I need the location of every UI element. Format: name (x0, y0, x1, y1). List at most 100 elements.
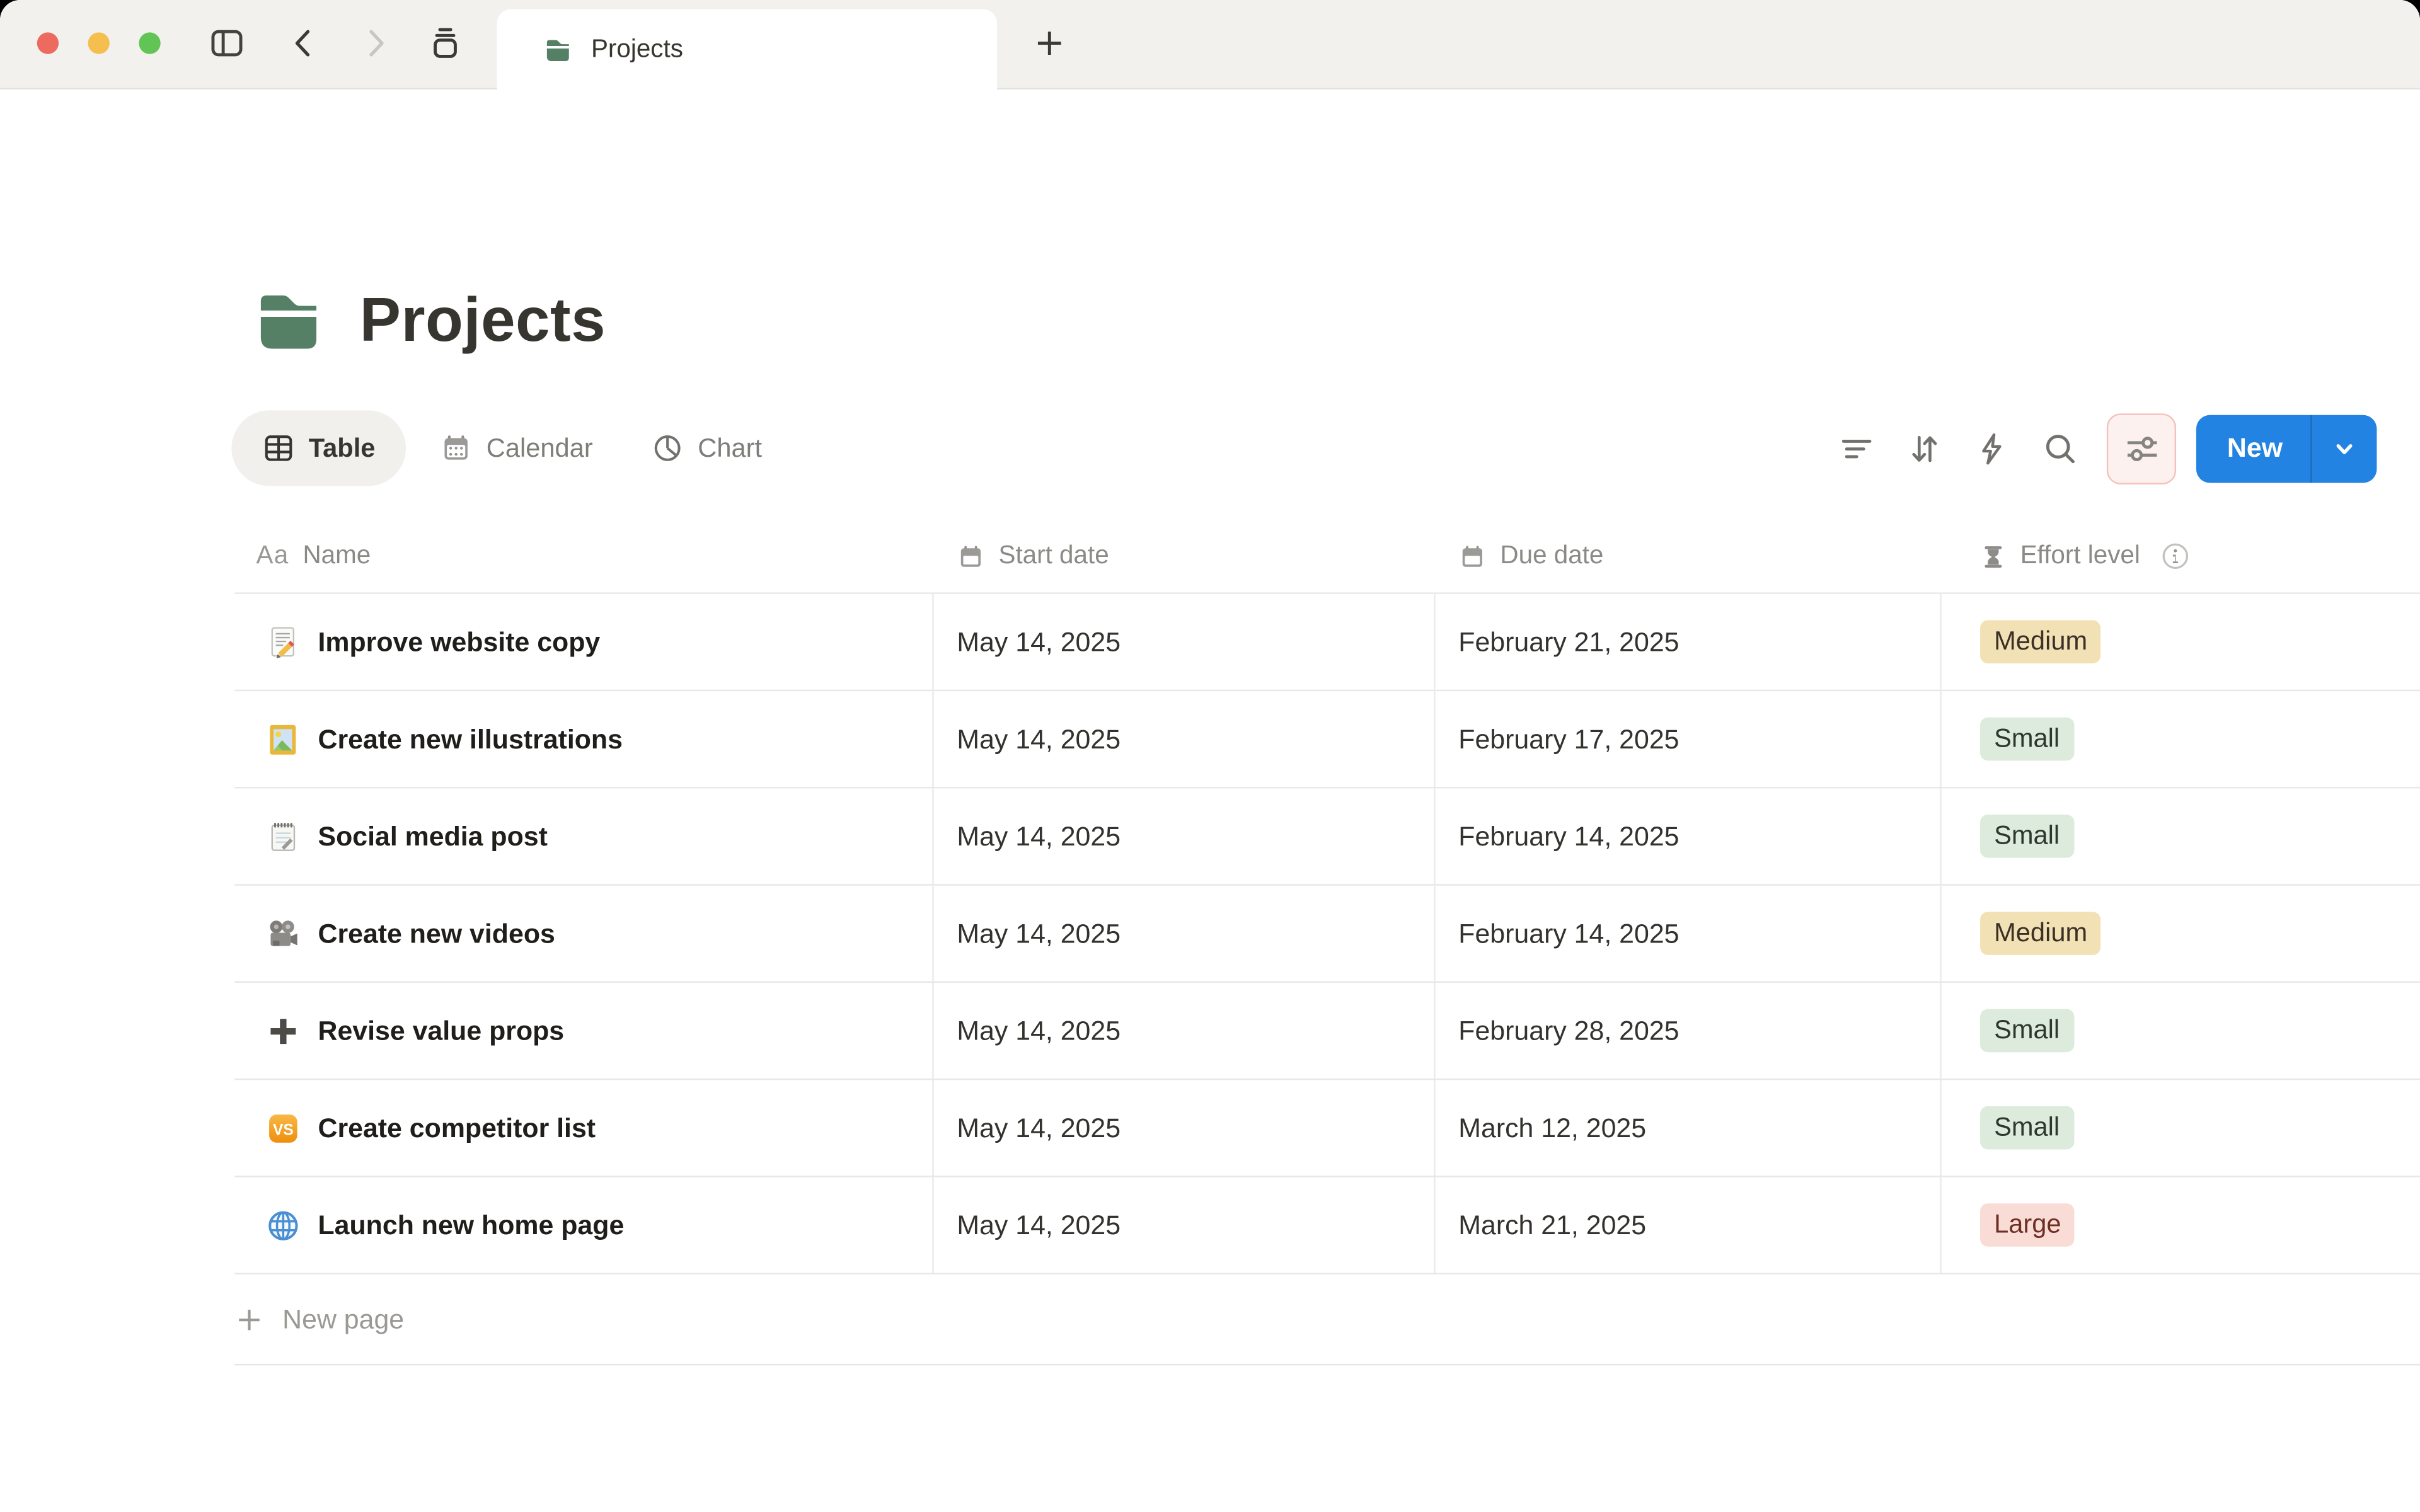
column-header-start-date[interactable]: Start date (934, 542, 1436, 571)
pie-chart-icon (652, 432, 684, 464)
start-date-cell[interactable]: May 14, 2025 (934, 1177, 1436, 1273)
page-folder-icon[interactable] (251, 284, 326, 358)
view-tab-label: Calendar (486, 432, 593, 462)
name-cell[interactable]: Social media post (234, 788, 934, 885)
search-icon[interactable] (2032, 420, 2088, 476)
effort-badge: Small (1980, 815, 2074, 858)
calendar-icon (1462, 545, 1482, 566)
forward-icon[interactable] (354, 21, 397, 65)
movie-camera-icon (270, 920, 297, 946)
name-cell[interactable]: Create new videos (234, 885, 934, 982)
table-row[interactable]: Social media post May 14, 2025 February … (234, 788, 2420, 886)
hourglass-icon (1985, 545, 2002, 567)
view-tab-chart[interactable]: Chart (627, 410, 787, 486)
effort-cell[interactable]: Medium (1942, 594, 2420, 690)
window-tab-bar: Projects (0, 0, 2420, 90)
effort-cell[interactable]: Medium (1942, 886, 2420, 982)
new-tab-icon[interactable] (1028, 21, 1071, 65)
calendar-icon (440, 432, 472, 464)
tab-projects[interactable]: Projects (497, 9, 998, 90)
view-tab-table[interactable]: Table (231, 410, 406, 486)
effort-badge: Small (1980, 717, 2074, 761)
new-button-group: New (2196, 414, 2377, 483)
column-header-due-date[interactable]: Due date (1436, 542, 1942, 571)
due-date-cell[interactable]: February 28, 2025 (1436, 983, 1942, 1079)
start-date-value: May 14, 2025 (957, 723, 1121, 754)
start-date-value: May 14, 2025 (957, 917, 1121, 948)
due-date-cell[interactable]: February 14, 2025 (1436, 788, 1942, 885)
page-name: Create new videos (318, 917, 555, 948)
table-row[interactable]: Create new illustrations May 14, 2025 Fe… (234, 691, 2420, 789)
vs-icon: VS (269, 1113, 297, 1142)
sort-icon[interactable] (1897, 420, 1952, 476)
start-date-cell[interactable]: May 14, 2025 (934, 1080, 1436, 1176)
view-tab-label: Table (308, 432, 376, 462)
due-date-value: February 21, 2025 (1458, 626, 1680, 657)
due-date-cell[interactable]: February 21, 2025 (1436, 593, 1942, 690)
effort-cell[interactable]: Small (1942, 1080, 2420, 1176)
effort-badge: Medium (1980, 620, 2102, 664)
sidebar-toggle-icon[interactable] (205, 21, 249, 65)
minimize-window-button[interactable] (88, 32, 110, 54)
column-label: Effort level (2020, 541, 2140, 570)
table-row[interactable]: Improve website copy May 14, 2025 Februa… (234, 593, 2420, 692)
projects-table: Aa Name Start date Due date Effort level… (0, 520, 2420, 1366)
page-header: Projects (251, 284, 606, 358)
column-header-name[interactable]: Aa Name (234, 542, 933, 571)
zoom-window-button[interactable] (139, 32, 161, 54)
table-row[interactable]: Revise value props May 14, 2025 February… (234, 983, 2420, 1080)
view-settings-button[interactable] (2106, 413, 2177, 484)
due-date-cell[interactable]: March 21, 2025 (1436, 1177, 1942, 1273)
back-icon[interactable] (282, 21, 326, 65)
name-cell[interactable]: VS Create competitor list (234, 1080, 934, 1176)
start-date-cell[interactable]: May 14, 2025 (934, 593, 1436, 690)
due-date-value: February 17, 2025 (1458, 723, 1680, 754)
info-icon[interactable] (2160, 542, 2190, 571)
page-name: Improve website copy (318, 626, 601, 657)
new-button[interactable]: New (2196, 432, 2310, 464)
start-date-cell[interactable]: May 14, 2025 (934, 788, 1436, 885)
name-cell[interactable]: Launch new home page (234, 1177, 934, 1273)
page-name: Create competitor list (318, 1111, 596, 1143)
name-cell[interactable]: Improve website copy (234, 593, 934, 690)
view-tab-calendar[interactable]: Calendar (415, 410, 618, 486)
new-page-row[interactable]: New page (234, 1274, 2420, 1366)
effort-cell[interactable]: Large (1942, 1177, 2420, 1273)
effort-cell[interactable]: Small (1942, 788, 2420, 884)
column-header-effort-level[interactable]: Effort level (1942, 542, 2420, 571)
filter-icon[interactable] (1829, 420, 1884, 476)
table-row[interactable]: Create new videos May 14, 2025 February … (234, 885, 2420, 983)
new-dropdown-button[interactable] (2312, 415, 2377, 483)
page-title[interactable]: Projects (360, 286, 606, 355)
due-date-cell[interactable]: February 14, 2025 (1436, 885, 1942, 982)
start-date-value: May 14, 2025 (957, 820, 1121, 851)
effort-badge: Small (1980, 1106, 2074, 1150)
start-date-cell[interactable]: May 14, 2025 (934, 691, 1436, 787)
column-label: Start date (998, 541, 1109, 570)
table-row[interactable]: Launch new home page May 14, 2025 March … (234, 1177, 2420, 1274)
tab-folder-icon (543, 35, 573, 64)
inbox-icon[interactable] (423, 21, 466, 65)
globe-icon (268, 1210, 298, 1240)
view-toolbar: Table Calendar Chart New (231, 410, 2377, 486)
table-header-row: Aa Name Start date Due date Effort level (234, 520, 2420, 594)
close-window-button[interactable] (37, 32, 59, 54)
chevron-down-icon (2336, 443, 2353, 454)
effort-cell[interactable]: Small (1942, 983, 2420, 1079)
due-date-cell[interactable]: March 12, 2025 (1436, 1080, 1942, 1176)
page-name: Revise value props (318, 1014, 565, 1046)
name-cell[interactable]: Create new illustrations (234, 691, 934, 787)
column-label: Name (302, 541, 371, 570)
effort-badge: Large (1980, 1203, 2075, 1247)
due-date-cell[interactable]: February 17, 2025 (1436, 691, 1942, 787)
table-row[interactable]: VS Create competitor list May 14, 2025 M… (234, 1080, 2420, 1177)
lightning-icon[interactable] (1965, 420, 2020, 476)
new-page-label: New page (282, 1303, 405, 1334)
effort-cell[interactable]: Small (1942, 691, 2420, 787)
start-date-cell[interactable]: May 14, 2025 (934, 885, 1436, 982)
memo-icon (271, 626, 294, 658)
page-name: Social media post (318, 820, 548, 851)
page-name: Launch new home page (318, 1208, 625, 1240)
start-date-cell[interactable]: May 14, 2025 (934, 983, 1436, 1079)
name-cell[interactable]: Revise value props (234, 983, 934, 1079)
